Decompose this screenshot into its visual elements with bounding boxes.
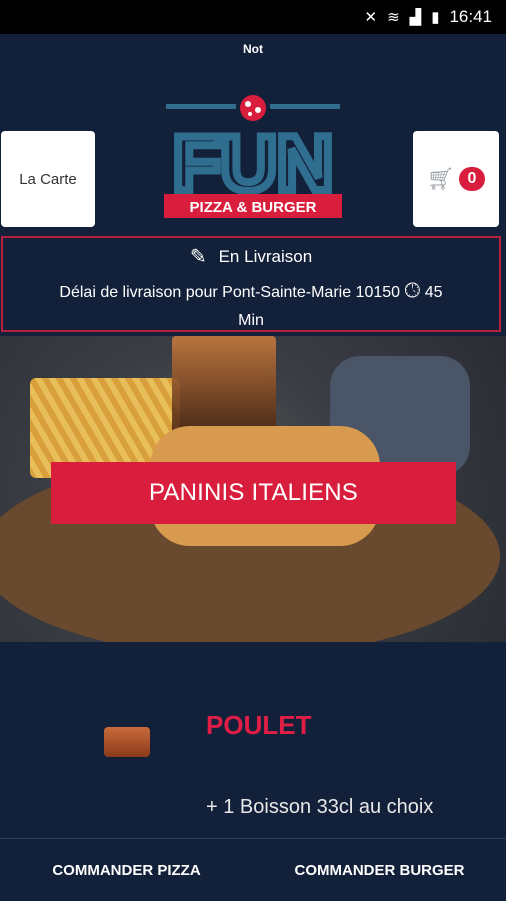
restaurant-logo[interactable]: FUN PIZZA & BURGER xyxy=(160,94,346,224)
product-thumbnail[interactable] xyxy=(104,727,150,757)
status-icons: ✕ ≋ ▟ ▮ 16:41 xyxy=(364,7,492,27)
status-bar: ✕ ≋ ▟ ▮ 16:41 xyxy=(0,0,506,34)
cart-count-badge: 0 xyxy=(458,167,486,191)
wifi-icon: ≋ xyxy=(387,9,400,26)
delivery-delay-value: 45 xyxy=(424,284,443,301)
category-banner[interactable]: PANINIS ITALIENS xyxy=(51,462,456,524)
status-time: 16:41 xyxy=(449,7,492,26)
cart-button[interactable]: 🛒︎ 0 xyxy=(413,131,499,227)
product-description: + 1 Boisson 33cl au choix xyxy=(206,796,434,818)
cart-icon: 🛒︎ xyxy=(426,166,455,191)
mute-icon: ✕ xyxy=(364,9,378,26)
delivery-delay-text: Délai de livraison pour Pont-Sainte-Mari… xyxy=(59,284,401,301)
order-burger-button[interactable]: COMMANDER BURGER xyxy=(253,839,506,901)
delivery-delay-unit: Min xyxy=(238,312,264,329)
battery-icon: ▮ xyxy=(431,9,440,26)
logo-word: FUN xyxy=(173,119,333,207)
delivery-info[interactable]: ✎ En Livraison Délai de livraison pour P… xyxy=(1,236,501,332)
logo-subtitle: PIZZA & BURGER xyxy=(190,199,317,216)
la-carte-button[interactable]: La Carte xyxy=(1,131,95,227)
product-title[interactable]: POULET xyxy=(206,710,311,741)
signal-icon: ▟ xyxy=(409,9,422,26)
order-pizza-button[interactable]: COMMANDER PIZZA xyxy=(0,839,253,901)
bottom-nav: COMMANDER PIZZA COMMANDER BURGER xyxy=(0,838,506,901)
clock-icon: 🕓︎ xyxy=(404,280,421,302)
delivery-mode: En Livraison xyxy=(218,246,313,266)
top-label: Not xyxy=(243,42,263,56)
pencil-icon[interactable]: ✎ xyxy=(190,244,207,269)
